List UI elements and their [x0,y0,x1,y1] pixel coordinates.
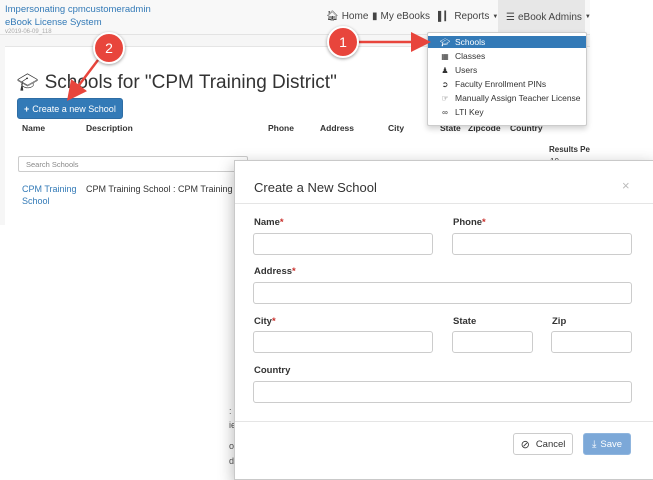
state-input[interactable] [452,331,533,353]
city-input[interactable] [253,331,433,353]
zip-input[interactable] [551,331,632,353]
cancel-button[interactable]: ⊘ Cancel [513,433,573,455]
create-school-modal: Create a New School × Name* Phone* Addre… [234,160,653,480]
phone-input[interactable] [452,233,632,255]
arrow-to-create-button [66,59,99,101]
country-input[interactable] [253,381,632,403]
city-label: City* [254,316,276,327]
address-input[interactable] [253,282,632,304]
country-label: Country [254,365,291,376]
modal-footer-divider [235,421,653,422]
close-icon[interactable]: × [622,178,630,193]
name-label: Name* [254,217,284,228]
state-label: State [453,316,477,327]
name-input[interactable] [253,233,433,255]
modal-header-divider [235,203,653,204]
callout-step-1: 1 [327,26,359,58]
zip-label: Zip [552,316,567,327]
address-label: Address* [254,266,296,277]
save-button[interactable]: ⤓ Save [583,433,631,455]
phone-label: Phone* [453,217,486,228]
download-icon: ⤓ [591,438,597,450]
blank-area [0,225,240,478]
callout-step-2: 2 [93,32,125,64]
modal-title: Create a New School [254,180,377,195]
ban-icon: ⊘ [520,438,530,451]
